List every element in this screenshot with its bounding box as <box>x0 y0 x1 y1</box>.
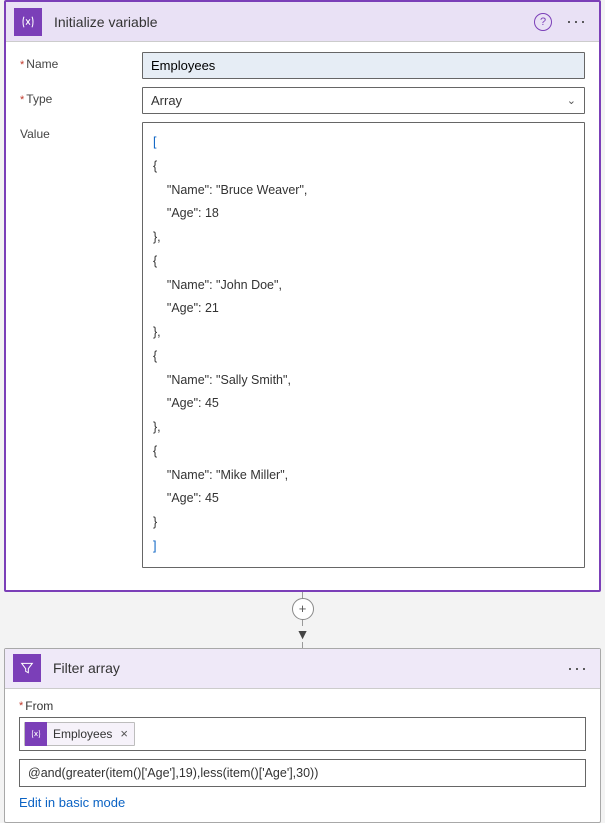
filter-icon <box>13 654 41 682</box>
expression-input[interactable]: @and(greater(item()['Age'],19),less(item… <box>19 759 586 787</box>
initialize-variable-card: Initialize variable ? ··· Name Type Arra… <box>4 0 601 592</box>
add-step-button[interactable]: + <box>292 598 314 620</box>
card-header[interactable]: Filter array ··· <box>5 649 600 689</box>
token-remove-icon[interactable]: × <box>118 726 128 741</box>
variable-icon <box>25 722 47 746</box>
connector: + ▼ <box>0 592 605 648</box>
type-select-value: Array <box>151 93 182 108</box>
name-label: Name <box>20 52 142 71</box>
help-icon[interactable]: ? <box>534 13 552 31</box>
card-body: From Employees × @and(greater(item()['Ag… <box>5 689 600 822</box>
type-select[interactable]: Array ⌄ <box>142 87 585 114</box>
edit-basic-mode-link[interactable]: Edit in basic mode <box>19 795 586 810</box>
name-input[interactable] <box>142 52 585 79</box>
value-textarea[interactable]: [{ "Name": "Bruce Weaver", "Age": 18},{ … <box>142 122 585 568</box>
from-input[interactable]: Employees × <box>19 717 586 751</box>
from-label: From <box>19 699 586 713</box>
filter-array-card: Filter array ··· From Employees × @and(g… <box>4 648 601 823</box>
type-label: Type <box>20 87 142 106</box>
card-header[interactable]: Initialize variable ? ··· <box>6 2 599 42</box>
arrow-down-icon: ▼ <box>294 626 312 642</box>
card-body: Name Type Array ⌄ Value [{ "Name": "Bruc… <box>6 42 599 590</box>
more-menu-icon[interactable]: ··· <box>563 658 592 679</box>
chevron-down-icon: ⌄ <box>567 94 576 107</box>
card-title: Initialize variable <box>42 14 534 30</box>
token-text: Employees <box>47 727 118 741</box>
card-title: Filter array <box>41 660 563 676</box>
token-employees[interactable]: Employees × <box>24 722 135 746</box>
value-label: Value <box>20 122 142 141</box>
variable-icon <box>14 8 42 36</box>
more-menu-icon[interactable]: ··· <box>562 11 591 32</box>
